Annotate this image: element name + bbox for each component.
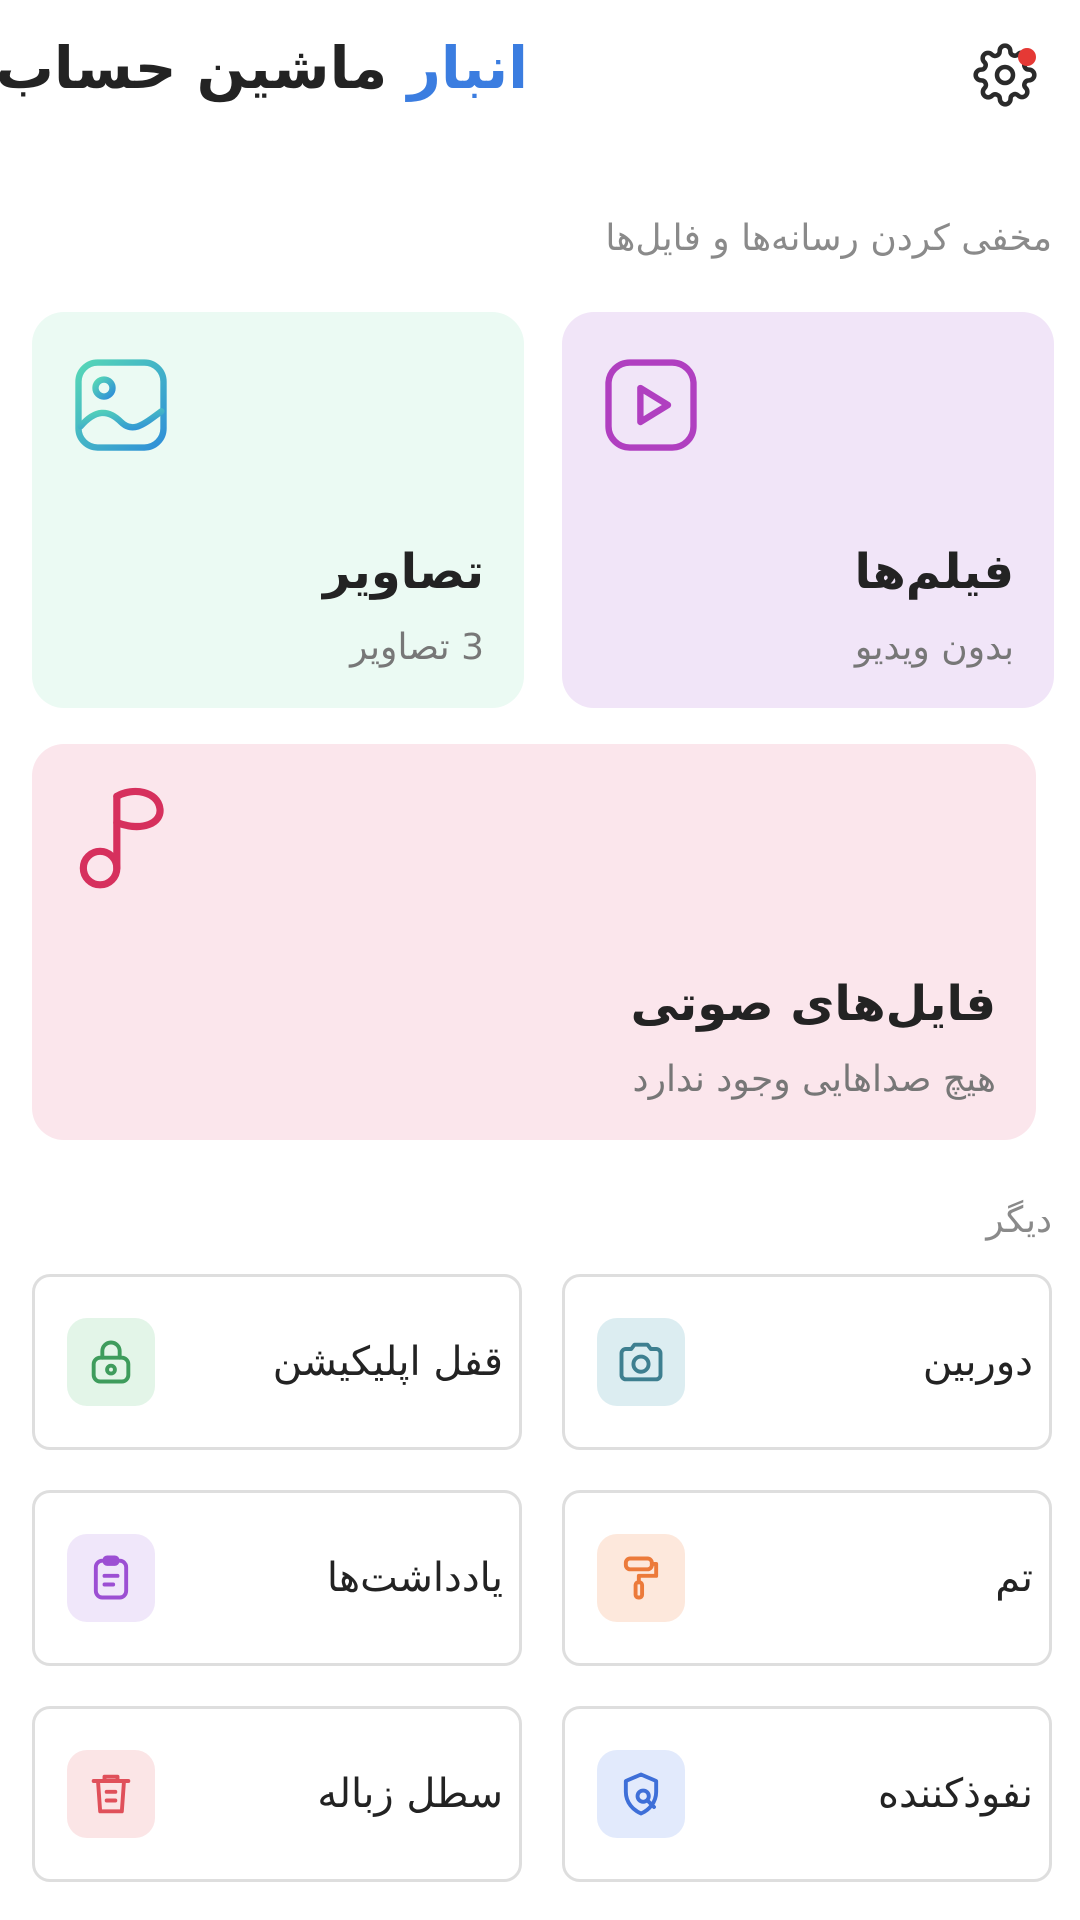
trash-icon	[67, 1750, 155, 1838]
app-title-rest: ماشین حساب	[0, 34, 388, 102]
app-title-accent: انبار	[407, 34, 528, 102]
images-title: تصاویر	[322, 544, 484, 600]
notes-label: یادداشت‌ها	[326, 1555, 503, 1601]
app-title: انبار ماشین حساب	[0, 28, 528, 108]
lock-icon	[67, 1318, 155, 1406]
paint-roller-icon	[597, 1534, 685, 1622]
video-play-icon	[600, 354, 702, 460]
camera-icon	[597, 1318, 685, 1406]
intruder-shield-icon	[597, 1750, 685, 1838]
intruder-tile[interactable]: نفوذکننده	[562, 1706, 1052, 1882]
trash-label: سطل زباله	[317, 1771, 503, 1817]
app-lock-label: قفل اپلیکیشن	[272, 1339, 503, 1385]
section-label-hide-media: مخفی کردن رسانه‌ها و فایل‌ها	[605, 218, 1052, 259]
audio-card[interactable]: فایل‌های صوتی هیچ صداهایی وجود ندارد	[32, 744, 1036, 1140]
audio-title: فایل‌های صوتی	[630, 976, 996, 1032]
notification-dot	[1018, 48, 1036, 66]
videos-card[interactable]: فیلم‌ها بدون ویدیو	[562, 312, 1054, 708]
notes-tile[interactable]: یادداشت‌ها	[32, 1490, 522, 1666]
camera-label: دوربین	[922, 1339, 1033, 1385]
section-label-other: دیگر	[986, 1200, 1052, 1241]
intruder-label: نفوذکننده	[878, 1771, 1033, 1817]
videos-subtitle: بدون ویدیو	[854, 627, 1014, 668]
camera-tile[interactable]: دوربین	[562, 1274, 1052, 1450]
app-lock-tile[interactable]: قفل اپلیکیشن	[32, 1274, 522, 1450]
notes-icon	[67, 1534, 155, 1622]
audio-subtitle: هیچ صداهایی وجود ندارد	[632, 1059, 996, 1100]
theme-tile[interactable]: تم	[562, 1490, 1052, 1666]
music-note-icon	[76, 782, 172, 896]
images-card[interactable]: تصاویر 3 تصاویر	[32, 312, 524, 708]
app-header: انبار ماشین حساب	[0, 0, 1080, 140]
theme-label: تم	[995, 1555, 1033, 1601]
videos-title: فیلم‌ها	[854, 544, 1014, 600]
images-subtitle: 3 تصاویر	[350, 627, 484, 668]
image-icon	[70, 354, 172, 460]
trash-tile[interactable]: سطل زباله	[32, 1706, 522, 1882]
